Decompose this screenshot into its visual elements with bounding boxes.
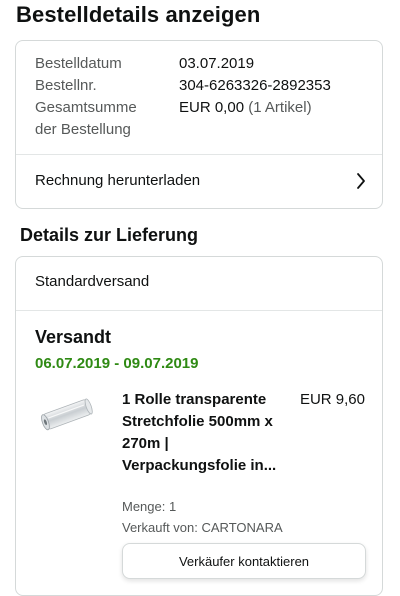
- delivery-dates: 06.07.2019 - 09.07.2019: [35, 355, 199, 372]
- product-title[interactable]: 1 Rolle transparente Stretchfolie 500mm …: [122, 389, 282, 477]
- order-total-value: EUR 0,00: [179, 99, 245, 116]
- order-total-value-wrapper: EUR 0,00 (1 Artikel): [179, 99, 312, 116]
- page-title: Bestelldetails anzeigen: [16, 2, 261, 27]
- shipment-status: Versandt: [35, 327, 112, 347]
- order-date-label: Bestelldatum: [35, 55, 122, 72]
- order-total-label-line1: Gesamtsumme: [35, 99, 137, 116]
- stretch-film-roll-icon[interactable]: [38, 389, 98, 439]
- product-price: EUR 9,60: [299, 391, 365, 408]
- order-number-value: 304-6263326-2892353: [179, 77, 331, 94]
- order-date-value: 03.07.2019: [179, 55, 255, 72]
- shipping-method: Standardversand: [35, 273, 150, 290]
- delivery-section-title: Details zur Lieferung: [20, 225, 199, 245]
- delivery-card: Standardversand Versandt 06.07.2019 - 09…: [15, 256, 383, 596]
- delivery-divider: [16, 310, 382, 311]
- order-summary-card: Bestelldatum 03.07.2019 Bestellnr. 304-6…: [15, 40, 383, 209]
- product-seller: Verkauft von: CARTONARA: [122, 520, 283, 535]
- contact-seller-button[interactable]: Verkäufer kontaktieren: [122, 543, 366, 579]
- order-number-label: Bestellnr.: [35, 77, 97, 94]
- order-total-label-line2: der Bestellung: [35, 121, 131, 138]
- download-invoice-label: Rechnung herunterladen: [35, 172, 201, 189]
- chevron-right-icon: [357, 173, 365, 189]
- download-invoice-row[interactable]: Rechnung herunterladen: [16, 155, 382, 209]
- product-quantity: Menge: 1: [122, 499, 177, 514]
- order-item-count: (1 Artikel): [248, 99, 312, 116]
